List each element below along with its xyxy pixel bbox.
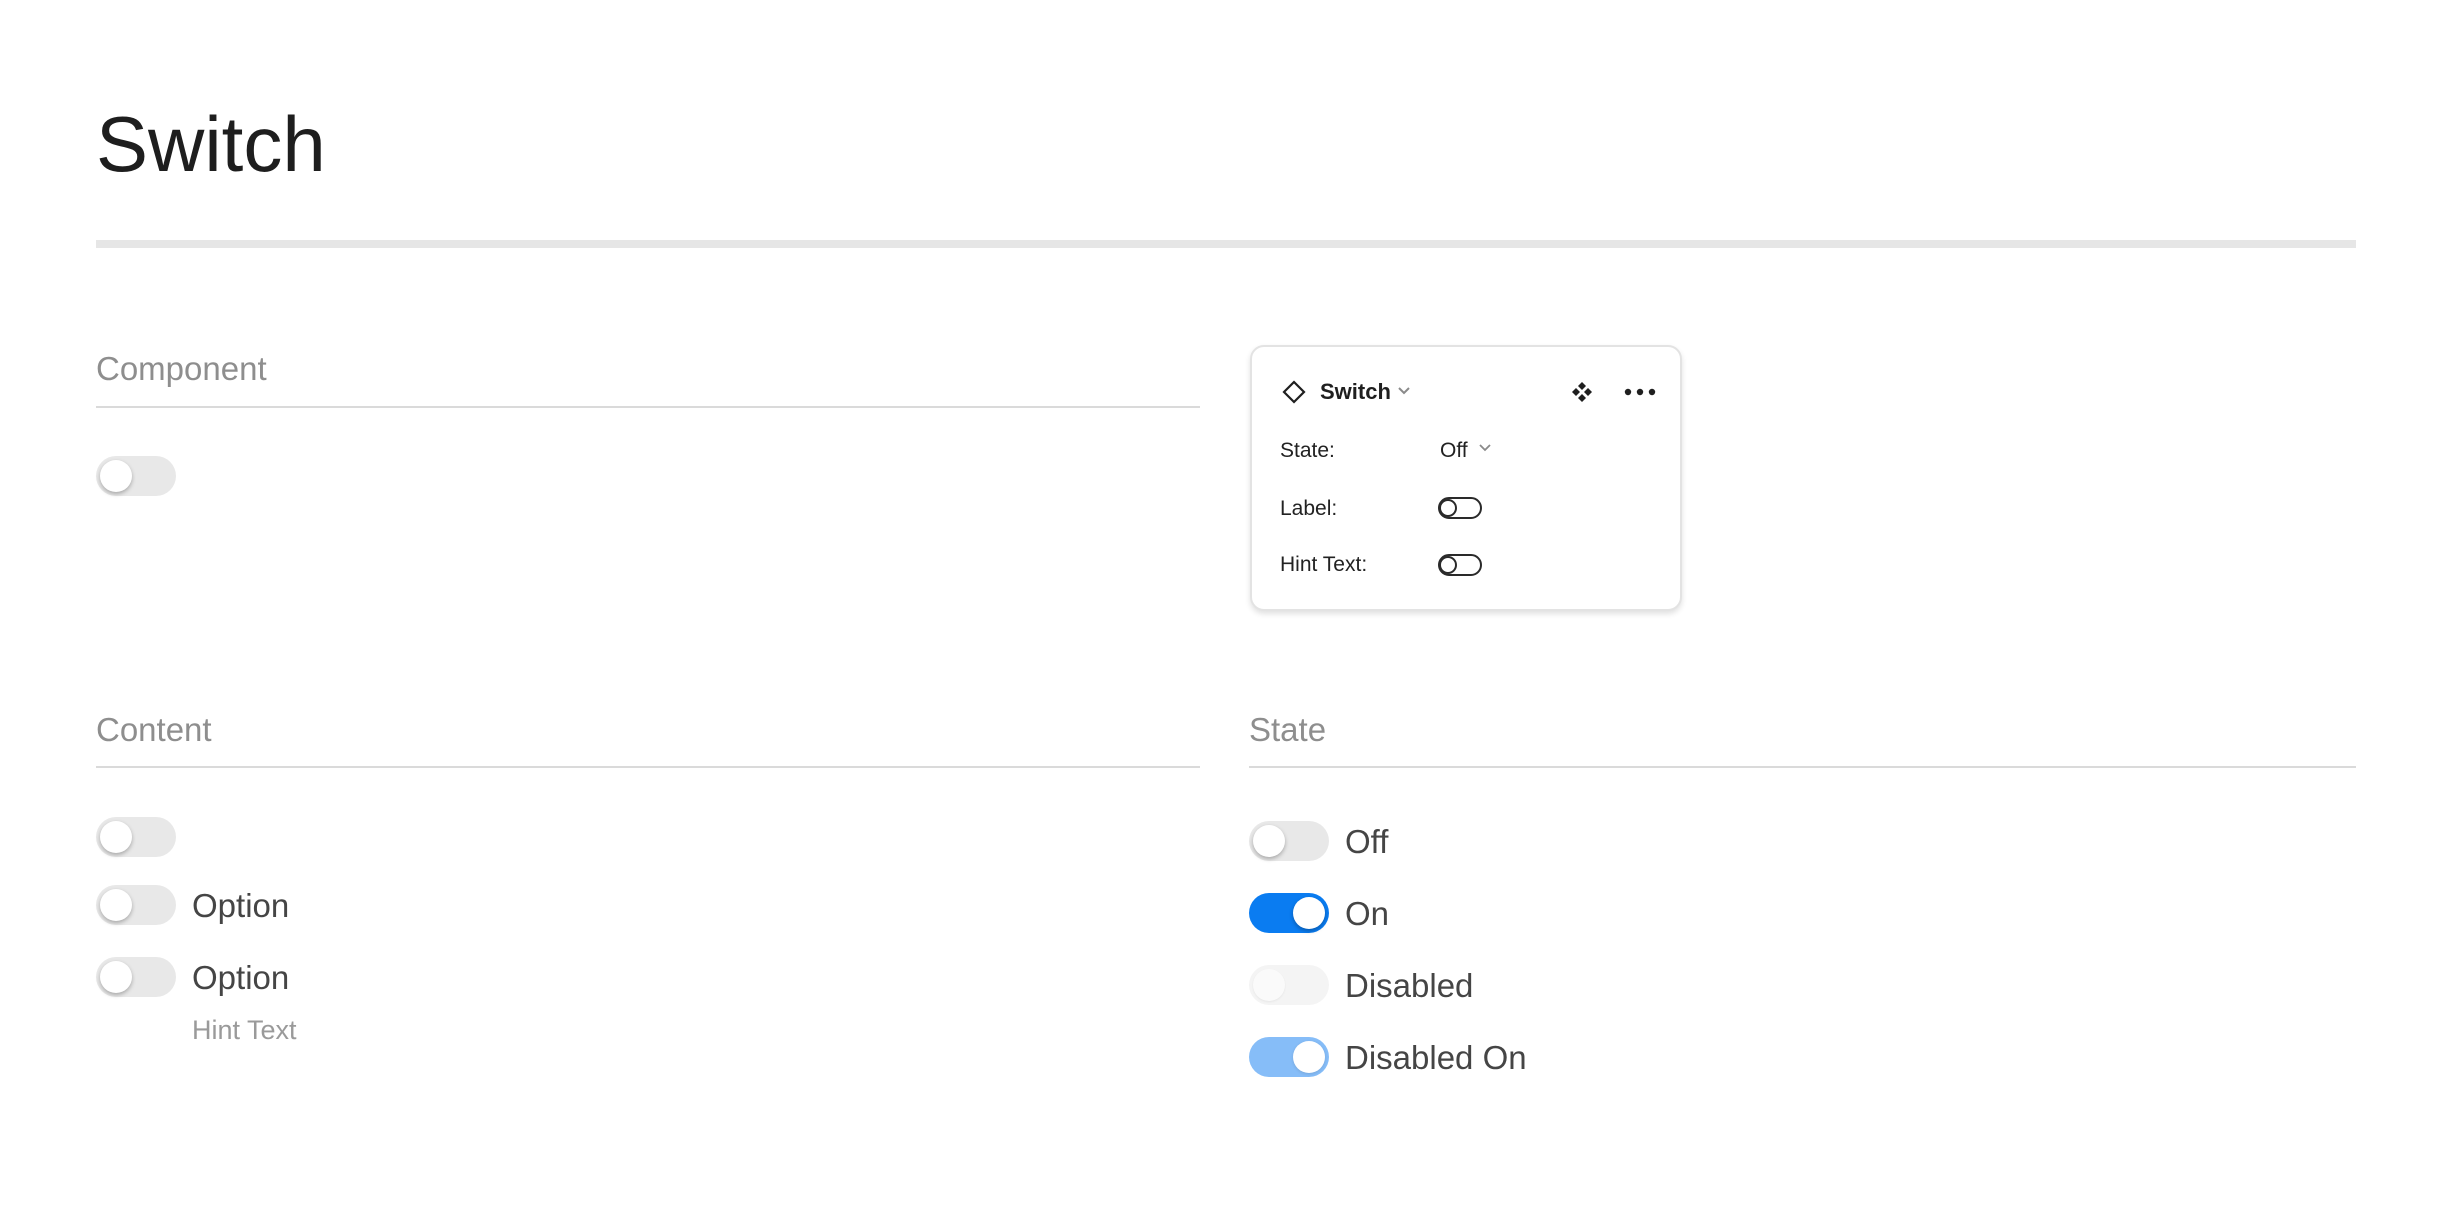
prop-hint-label: Hint Text:: [1280, 553, 1368, 576]
switch-label: On: [1345, 895, 1390, 932]
title-divider: [96, 240, 2356, 248]
prop-label-toggle[interactable]: [1438, 497, 1482, 519]
toggle-knob: [1439, 556, 1457, 574]
switch-knob: [100, 961, 132, 993]
switch-label: Off: [1345, 823, 1389, 860]
switch-knob: [1253, 825, 1285, 857]
section-title-state: State: [1249, 711, 1327, 748]
state-switch-disabled: [1249, 965, 1329, 1005]
switch-hint-text: Hint Text: [192, 1015, 297, 1045]
switch-knob: [100, 460, 132, 492]
chevron-down-icon[interactable]: [1396, 385, 1412, 397]
prop-hint-toggle[interactable]: [1438, 554, 1482, 576]
section-title-content: Content: [96, 711, 212, 748]
section-divider: [96, 406, 1200, 408]
prop-label-label: Label:: [1280, 497, 1338, 520]
content-switch-with-label[interactable]: [96, 885, 176, 925]
chevron-down-icon[interactable]: [1478, 443, 1492, 453]
section-title-component: Component: [96, 350, 267, 387]
prop-state-label: State:: [1280, 439, 1335, 462]
state-switch-disabled-on: [1249, 1037, 1329, 1077]
component-properties-panel: Switch State: Off Label: Hint Text:: [1250, 345, 1682, 611]
state-switch-on[interactable]: [1249, 893, 1329, 933]
switch-knob: [1293, 1041, 1325, 1073]
go-to-main-component-icon[interactable]: [1570, 380, 1594, 404]
switch-label: Disabled On: [1345, 1039, 1527, 1076]
component-diamond-icon: [1282, 380, 1306, 404]
state-switch-off[interactable]: [1249, 821, 1329, 861]
section-divider: [1249, 766, 2356, 768]
prop-state-value[interactable]: Off: [1440, 438, 1468, 464]
switch-knob: [1293, 897, 1325, 929]
component-switch[interactable]: [96, 456, 176, 496]
content-switch-plain[interactable]: [96, 817, 176, 857]
switch-knob: [100, 889, 132, 921]
content-switch-with-hint[interactable]: [96, 957, 176, 997]
switch-knob: [100, 821, 132, 853]
toggle-knob: [1439, 499, 1457, 517]
switch-label: Disabled: [1345, 967, 1474, 1004]
section-divider: [96, 766, 1200, 768]
switch-label: Option: [192, 887, 290, 924]
switch-knob: [1253, 969, 1285, 1001]
page-title: Switch: [96, 100, 326, 188]
switch-label: Option: [192, 959, 290, 996]
more-options-icon[interactable]: [1624, 385, 1656, 399]
panel-component-name: Switch: [1320, 379, 1391, 404]
